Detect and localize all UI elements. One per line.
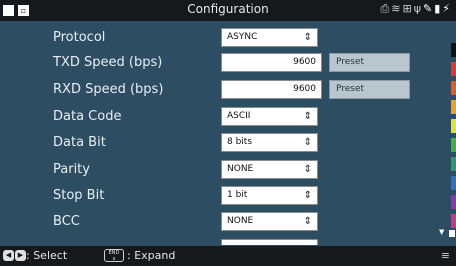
right-arrow-icon[interactable]: ▶ [15, 250, 26, 261]
color-tab[interactable] [451, 43, 456, 57]
data-bit-value: 8 bits [227, 137, 253, 147]
chevron-updown-icon: ⇕ [303, 190, 312, 201]
color-tab[interactable] [451, 138, 456, 152]
color-tab[interactable] [451, 100, 456, 114]
color-tab[interactable] [451, 119, 456, 133]
data-code-label: Data Code [53, 109, 122, 124]
chevron-updown-icon: ⇕ [303, 137, 312, 148]
end-key-sub: x [112, 256, 116, 262]
usb-icon: ψ [413, 2, 423, 15]
tool-icon: ✎ [422, 2, 435, 15]
protocol-label: Protocol [53, 30, 106, 45]
color-tab[interactable] [451, 62, 456, 76]
data-bit-select[interactable]: 8 bits ⇕ [221, 133, 318, 152]
scroll-down-icon[interactable]: ▼ [439, 228, 444, 236]
color-tab[interactable] [451, 195, 456, 209]
parity-value: NONE [227, 164, 254, 174]
bcc-select[interactable]: NONE ⇕ [221, 212, 318, 231]
chevron-updown-icon: ⇕ [303, 216, 312, 227]
protocol-select[interactable]: ASYNC ⇕ [221, 28, 318, 47]
parity-select[interactable]: NONE ⇕ [221, 160, 318, 179]
wifi-icon: ≋ [391, 2, 403, 15]
color-tab[interactable] [451, 176, 456, 190]
footer-bar: ◀ ▶ : Select END x : Expand ≡ [0, 246, 456, 266]
stop-bit-label: Stop Bit [53, 188, 105, 203]
select-hint: : Select [26, 249, 68, 262]
parity-label: Parity [53, 162, 90, 177]
battery-icon: ⚡ [442, 2, 452, 15]
bcc-label: BCC [53, 214, 80, 229]
protocol-value: ASYNC [227, 32, 258, 42]
data-code-value: ASCII [227, 111, 251, 121]
rxd-preset-button[interactable]: Preset [329, 80, 410, 99]
txd-preset-button[interactable]: Preset [329, 53, 410, 72]
color-tab[interactable] [451, 81, 456, 95]
chevron-updown-icon: ⇕ [303, 164, 312, 175]
end-key-icon[interactable]: END x [104, 249, 124, 262]
stop-bit-select[interactable]: 1 bit ⇕ [221, 186, 318, 205]
color-tab[interactable] [451, 157, 456, 171]
rxd-speed-label: RXD Speed (bps) [53, 82, 164, 97]
expand-hint: : Expand [127, 249, 176, 262]
txd-speed-input[interactable]: 9600 [221, 53, 322, 72]
status-icons: ⎙≋⊞ψ✎▮⚡ [380, 2, 452, 16]
left-arrow-icon[interactable]: ◀ [3, 250, 14, 261]
next-field-partial [221, 239, 318, 245]
printer-icon: ⎙ [380, 2, 392, 15]
title-bar: ▫ Configuration ⎙≋⊞ψ✎▮⚡ [0, 0, 456, 21]
data-bit-label: Data Bit [53, 135, 106, 150]
chevron-updown-icon: ⇕ [303, 32, 312, 43]
rxd-speed-input[interactable]: 9600 [221, 80, 322, 99]
data-code-select[interactable]: ASCII ⇕ [221, 107, 318, 126]
bcc-value: NONE [227, 216, 254, 226]
stop-bit-value: 1 bit [227, 190, 248, 200]
color-tab[interactable] [451, 214, 456, 228]
txd-speed-label: TXD Speed (bps) [53, 55, 163, 70]
color-tab-strip [451, 43, 456, 229]
network-icon: ⊞ [402, 2, 414, 15]
scrollbar-thumb[interactable] [449, 230, 455, 237]
menu-lines-icon[interactable]: ≡ [441, 249, 450, 262]
chevron-updown-icon: ⇕ [303, 111, 312, 122]
